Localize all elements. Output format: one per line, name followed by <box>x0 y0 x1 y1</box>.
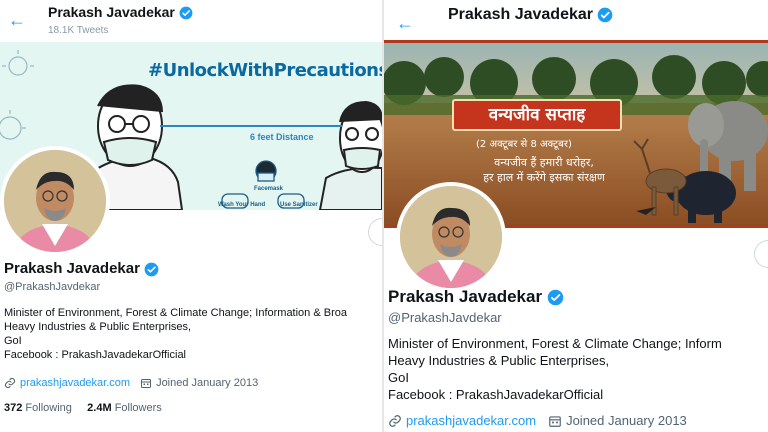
profile-bio: Minister of Environment, Forest & Climat… <box>388 335 722 403</box>
profile-name: Prakash Javadekar <box>4 260 159 277</box>
banner-caption-sanitizer: Use Sanitizer <box>280 202 318 208</box>
header-name-text: Prakash Javadekar <box>48 4 175 20</box>
avatar[interactable] <box>396 182 506 292</box>
link-icon <box>389 414 401 427</box>
bio-line: Facebook : PrakashJavadekarOfficial <box>388 387 604 402</box>
bio-line: Minister of Environment, Forest & Climat… <box>388 336 722 351</box>
banner-caption-wash-hand: Wash Your Hand <box>218 202 266 208</box>
bio-line: Facebook : PrakashJavadekarOfficial <box>4 349 186 361</box>
header-name-text: Prakash Javadekar <box>448 6 593 23</box>
calendar-icon <box>141 379 152 388</box>
website-link[interactable]: prakashjavadekar.com <box>20 377 130 389</box>
following-link[interactable]: 372 Following <box>4 402 72 414</box>
profile-meta: prakashjavadekar.com Joined January 2013 <box>4 377 258 389</box>
follow-button-edge[interactable] <box>754 240 768 268</box>
profile-meta: prakashjavadekar.com Joined January 2013 <box>388 413 687 428</box>
followers-count: 2.4M <box>87 402 112 414</box>
verified-badge-icon <box>179 6 193 20</box>
profile-name: Prakash Javadekar <box>388 287 564 307</box>
profile-header: ← Prakash Javadekar <box>384 0 768 40</box>
back-arrow-icon[interactable]: ← <box>396 14 414 32</box>
profile-name-text: Prakash Javadekar <box>4 260 140 277</box>
distance-line <box>160 125 342 127</box>
tagline-line: हर हाल में करेंगे इसका संरक्षण <box>483 171 605 184</box>
tagline-line: वन्यजीव हैं हमारी धरोहर, <box>494 156 594 169</box>
profile-handle: @PrakashJavdekar <box>4 281 101 293</box>
banner-dates: (2 अक्टूबर से 8 अक्टूबर) <box>476 139 572 150</box>
joined-date: Joined January 2013 <box>156 377 259 389</box>
header-name: Prakash Javadekar <box>48 4 193 20</box>
calendar-icon <box>549 415 561 427</box>
profile-screenshot-left: ← Prakash Javadekar 18.1K Tweets #Unlock… <box>0 0 382 432</box>
following-label: Following <box>25 402 72 414</box>
profile-header: ← Prakash Javadekar 18.1K Tweets <box>0 0 382 42</box>
link-icon <box>4 377 16 389</box>
verified-badge-icon <box>598 7 613 23</box>
followers-label: Followers <box>114 402 162 414</box>
banner-caption-facemask: Facemask <box>254 186 284 192</box>
profile-bio: Minister of Environment, Forest & Climat… <box>4 306 347 362</box>
verified-badge-icon <box>547 289 564 306</box>
website-link[interactable]: prakashjavadekar.com <box>406 413 536 428</box>
followers-link[interactable]: 2.4M Followers <box>87 402 162 414</box>
header-name: Prakash Javadekar <box>448 6 613 24</box>
bio-line: Heavy Industries & Public Enterprises, <box>4 321 192 333</box>
follow-counts: 372 Following 2.4M Followers <box>4 402 162 414</box>
bio-line: Minister of Environment, Forest & Climat… <box>4 307 347 319</box>
profile-screenshot-right: ← Prakash Javadekar वन्यजीव सप्ताह (2 अक… <box>384 0 768 432</box>
profile-handle: @PrakashJavdekar <box>388 310 502 325</box>
bio-line: GoI <box>4 335 22 347</box>
banner-distance: 6 feet Distance <box>250 132 314 142</box>
banner-tagline: वन्यजीव हैं हमारी धरोहर, हर हाल में करें… <box>459 155 629 185</box>
bio-line: GoI <box>388 370 409 385</box>
following-count: 372 <box>4 402 23 414</box>
avatar[interactable] <box>0 146 110 256</box>
bio-line: Heavy Industries & Public Enterprises, <box>388 353 610 368</box>
tweet-count: 18.1K Tweets <box>48 25 109 36</box>
verified-badge-icon <box>144 262 159 276</box>
follow-button-edge[interactable] <box>368 218 382 246</box>
banner-hashtag: #UnlockWithPrecautions <box>148 60 382 81</box>
profile-name-text: Prakash Javadekar <box>388 287 543 306</box>
back-arrow-icon[interactable]: ← <box>8 11 26 29</box>
joined-date: Joined January 2013 <box>566 413 687 428</box>
banner-title: वन्यजीव सप्ताह <box>452 99 622 131</box>
